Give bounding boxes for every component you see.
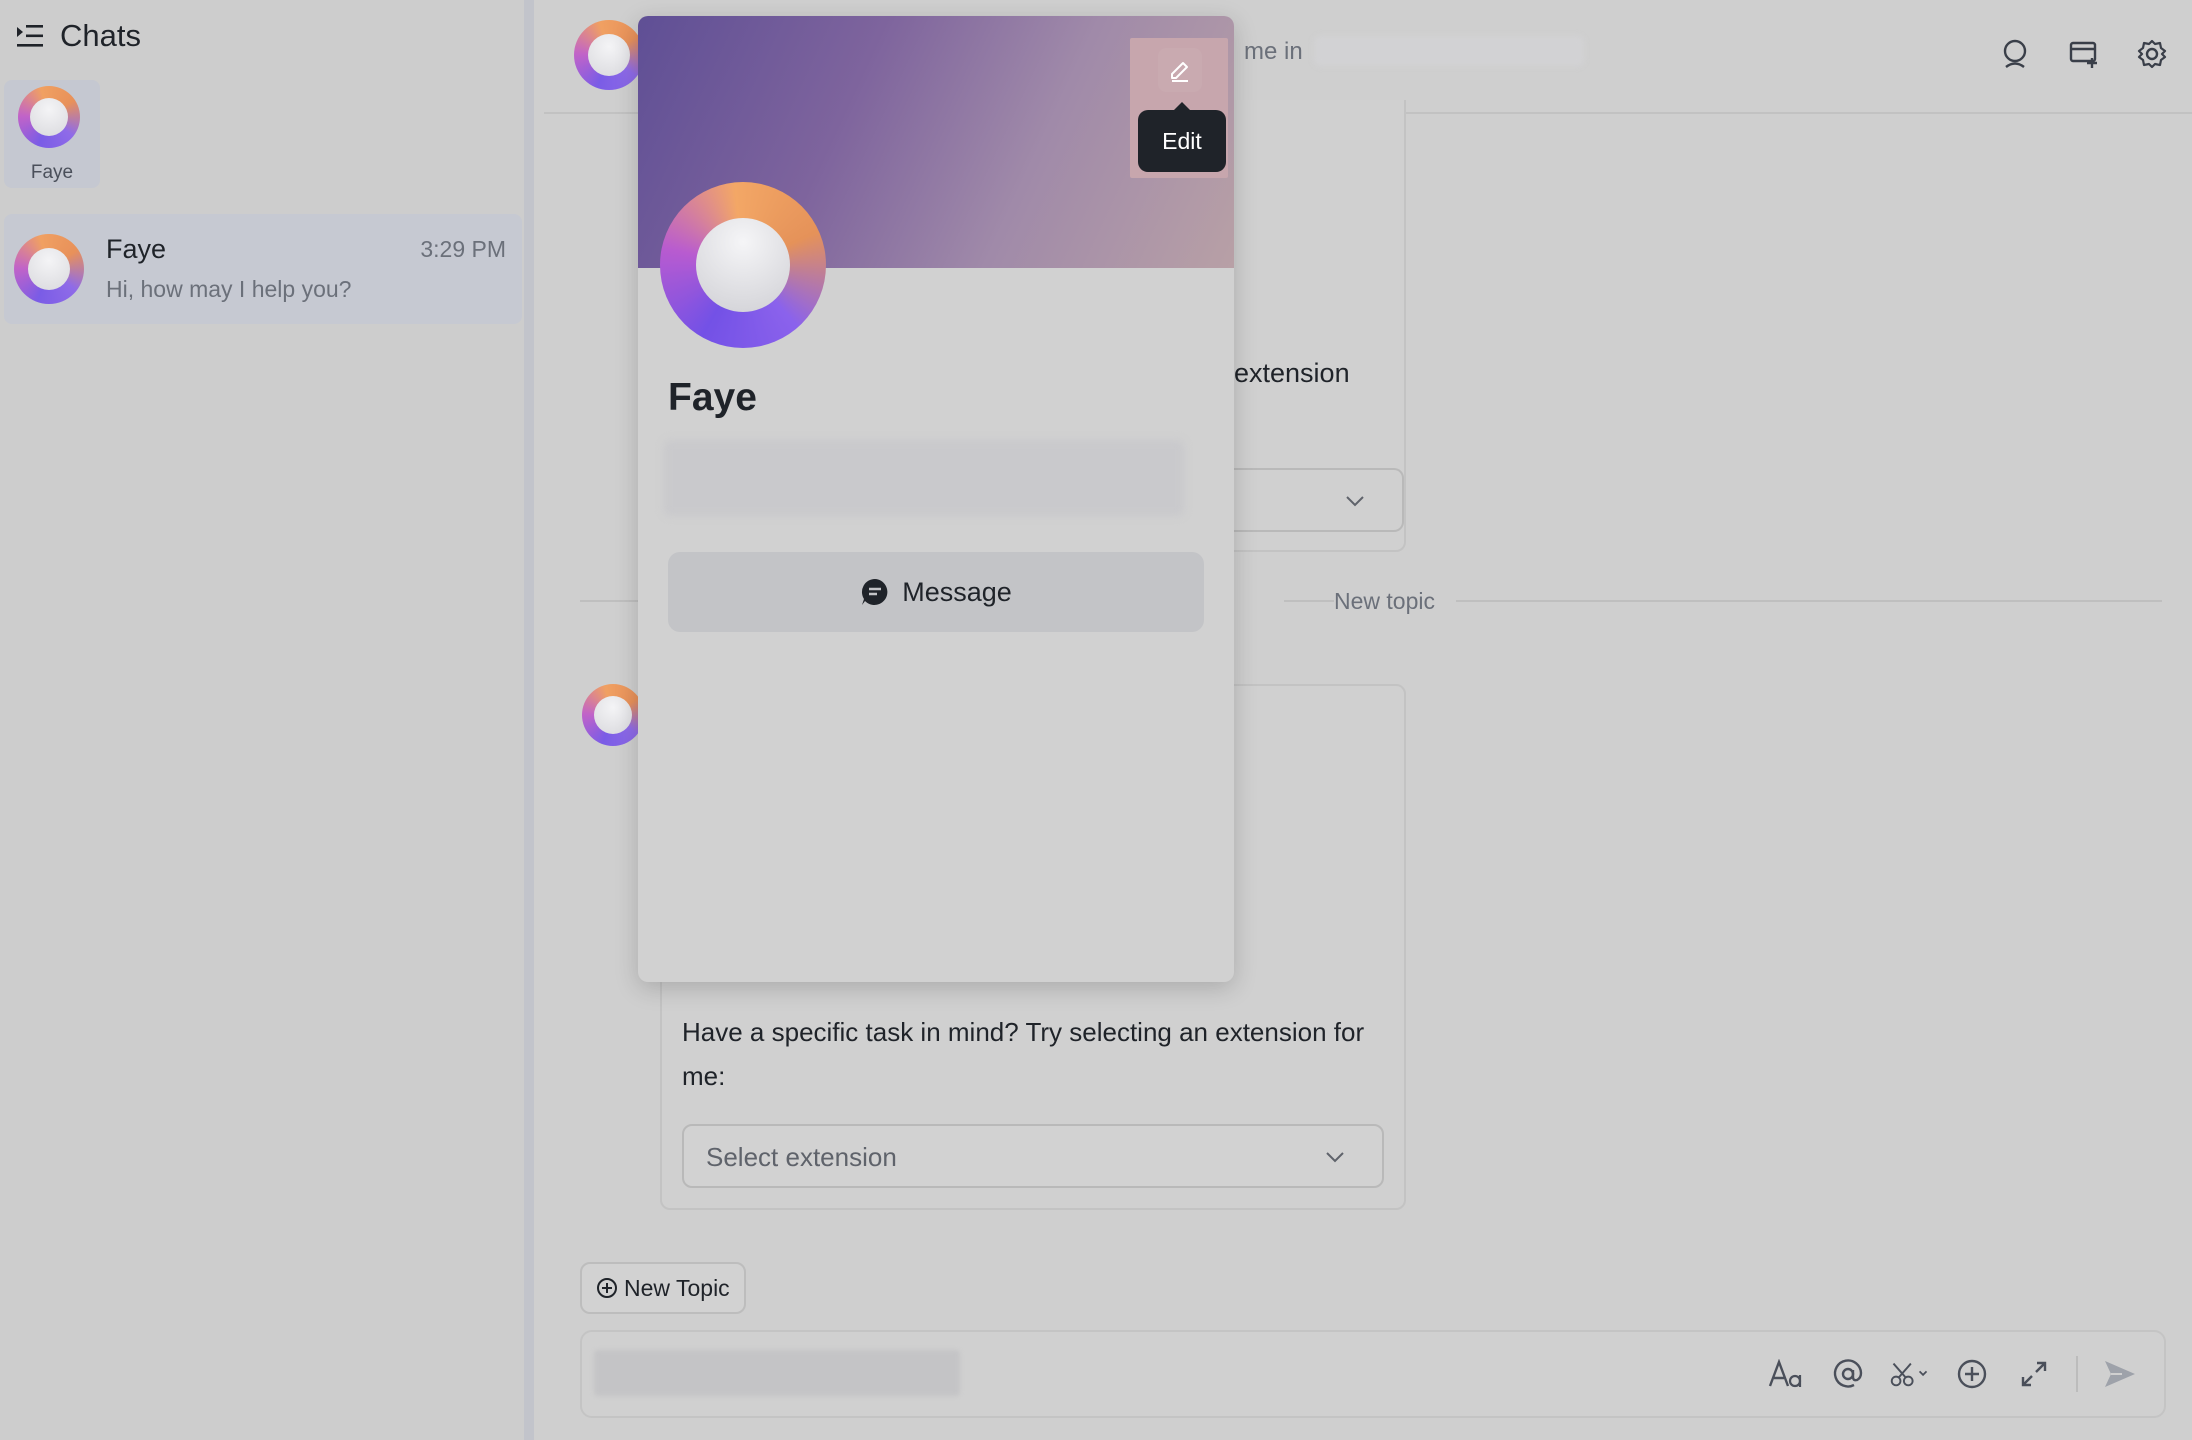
search-icon[interactable]: [1998, 36, 2034, 72]
extension-select[interactable]: Select extension: [682, 1124, 1384, 1188]
new-topic-button[interactable]: New Topic: [580, 1262, 746, 1314]
profile-avatar: [660, 182, 826, 348]
sidebar-title: Chats: [60, 18, 141, 53]
chat-preview: Hi, how may I help you?: [106, 276, 352, 302]
redacted-text: [664, 440, 1184, 516]
expand-icon[interactable]: [2014, 1354, 2054, 1394]
plus-circle-icon: [597, 1278, 617, 1298]
scissors-icon[interactable]: [1890, 1354, 1930, 1394]
avatar: [14, 234, 84, 304]
pencil-icon: [1171, 62, 1188, 82]
chat-time: 3:29 PM: [420, 236, 506, 262]
avatar: [18, 86, 80, 148]
redacted-text: [1314, 36, 1584, 66]
plus-circle-icon[interactable]: [1952, 1354, 1992, 1394]
composer-toolbar: [1766, 1354, 2140, 1394]
divider-line: [580, 600, 640, 602]
header-actions: [1998, 36, 2170, 72]
card-text-fragment: extension: [1234, 358, 1350, 388]
edit-tooltip: Edit: [1138, 102, 1226, 172]
edit-profile-button[interactable]: [1158, 48, 1202, 92]
new-topic-divider-label: New topic: [1334, 588, 1435, 614]
chevron-down-icon: [1344, 490, 1366, 517]
pinned-chat-label: Faye: [30, 162, 74, 183]
at-sign-icon[interactable]: [1828, 1354, 1868, 1394]
profile-name: Faye: [668, 376, 757, 419]
divider-line: [1456, 600, 2162, 602]
redacted-text: [594, 1350, 960, 1396]
message-button[interactable]: Message: [668, 552, 1204, 632]
header-avatar[interactable]: [574, 20, 644, 90]
pinned-chat-faye[interactable]: Faye: [4, 80, 100, 188]
message-button-label: Message: [902, 576, 1012, 607]
message-text: Have a specific task in mind? Try select…: [682, 1017, 1365, 1091]
send-icon[interactable]: [2100, 1354, 2140, 1394]
profile-popup: Edit Faye Message: [638, 16, 1234, 982]
sidebar: Chats Faye Faye 3:29 PM Hi, how may I he…: [0, 0, 534, 1440]
message-avatar[interactable]: [582, 684, 644, 746]
extension-select[interactable]: [1204, 468, 1404, 532]
sidebar-header: Chats: [14, 14, 141, 58]
new-chat-icon[interactable]: [2066, 36, 2102, 72]
chevron-down-icon: [1324, 1146, 1346, 1173]
gear-icon[interactable]: [2134, 36, 2170, 72]
chat-list-item[interactable]: Faye 3:29 PM Hi, how may I help you?: [4, 214, 522, 324]
message-composer[interactable]: [580, 1330, 2166, 1418]
header-subtitle: me in: [1244, 38, 1303, 65]
select-placeholder: Select extension: [706, 1142, 897, 1172]
chat-bubble-icon: [862, 578, 888, 605]
sidebar-toggle-icon[interactable]: [14, 20, 46, 52]
toolbar-divider: [2076, 1356, 2078, 1392]
chat-name: Faye: [106, 234, 167, 264]
text-format-icon[interactable]: [1766, 1354, 1806, 1394]
new-topic-label: New Topic: [624, 1274, 730, 1301]
